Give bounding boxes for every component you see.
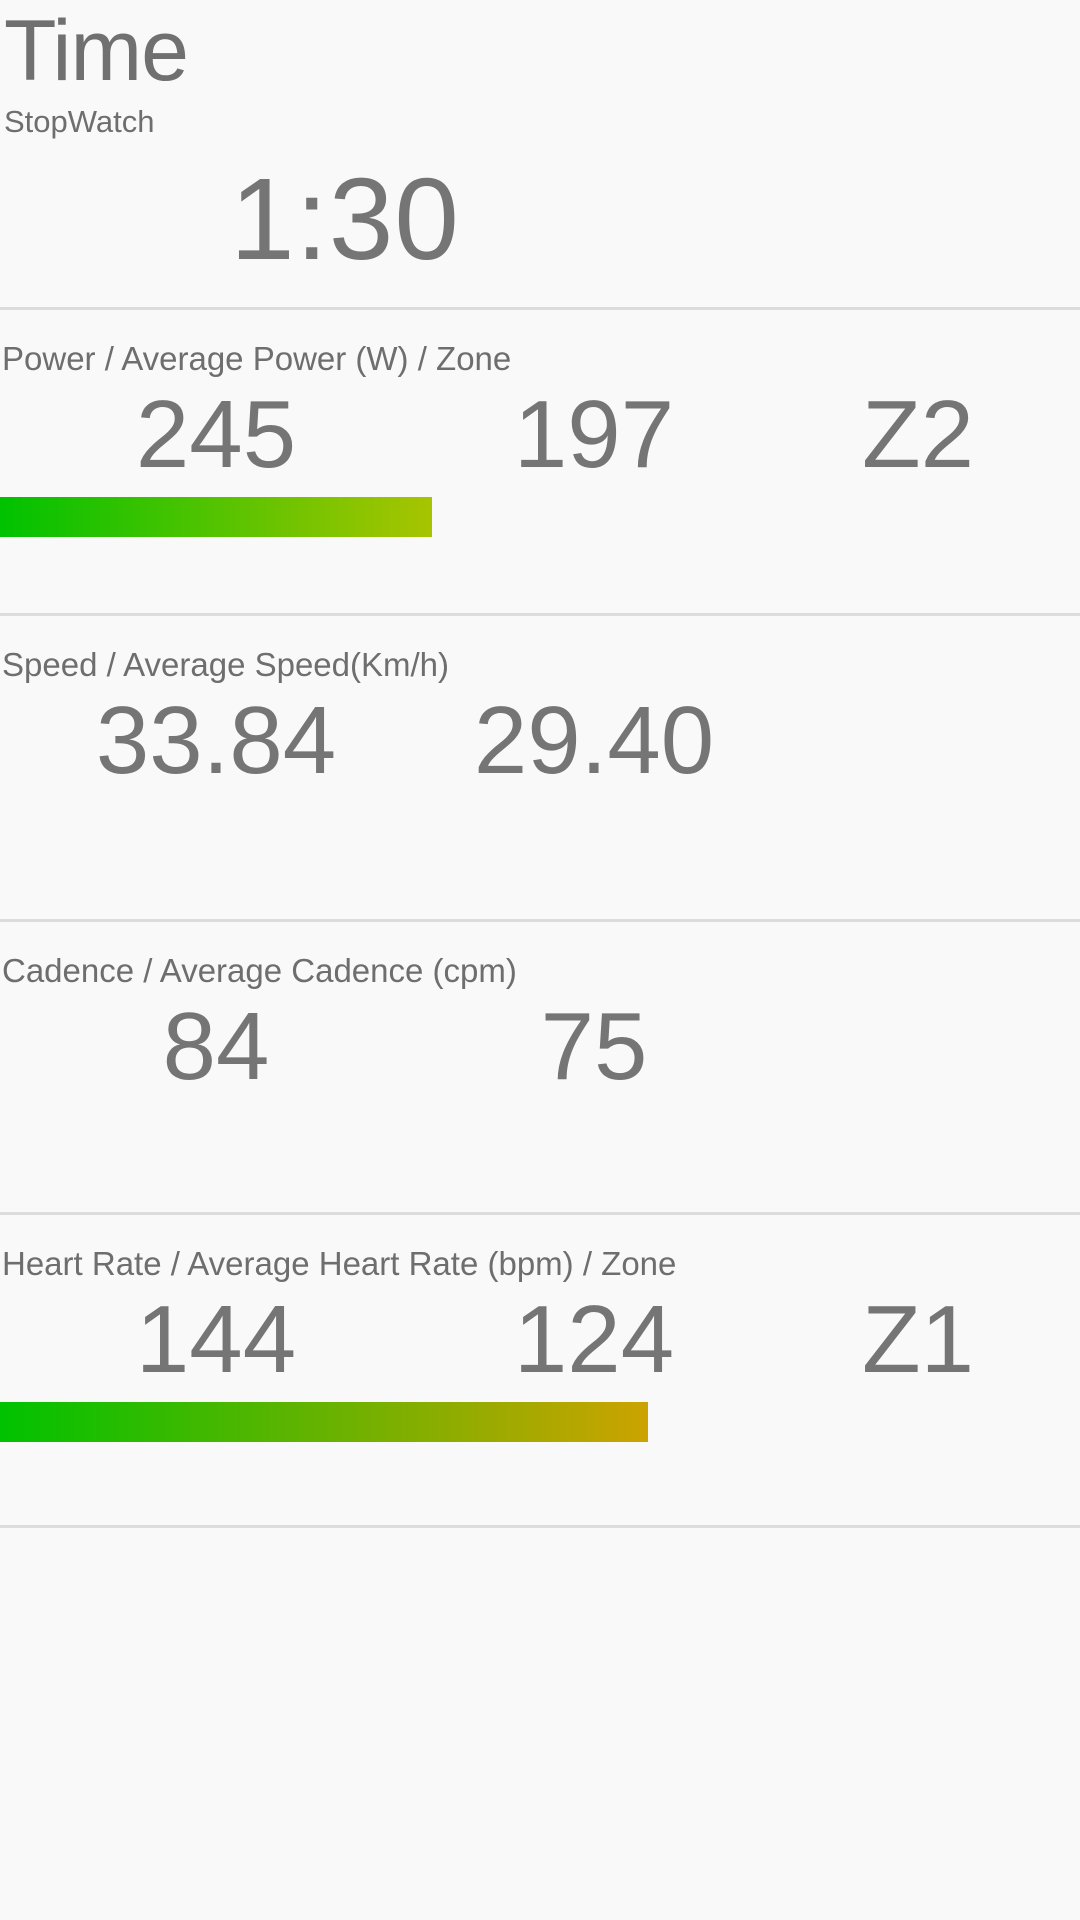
speed-section: Speed / Average Speed(Km/h) 33.84 29.40 — [0, 616, 1080, 919]
footer-empty-area — [0, 1528, 1080, 1920]
power-current-value: 245 — [135, 381, 297, 488]
heartrate-section: Heart Rate / Average Heart Rate (bpm) / … — [0, 1215, 1080, 1525]
speed-average-value: 29.40 — [473, 687, 715, 794]
stopwatch-dashboard-screen: Time StopWatch 1:30 Power / Average Powe… — [0, 0, 1080, 1920]
power-zone-bar-fill — [0, 496, 432, 537]
power-zone-bar-track — [0, 496, 1080, 537]
speed-values-row: 33.84 29.40 — [0, 681, 1080, 793]
heartrate-values-row: 144 124 Z1 — [0, 1280, 1080, 1392]
cadence-label: Cadence / Average Cadence (cpm) — [2, 952, 517, 989]
heartrate-zone-bar-fill — [0, 1401, 648, 1442]
heartrate-zone-value: Z1 — [861, 1286, 975, 1393]
heartrate-label: Heart Rate / Average Heart Rate (bpm) / … — [2, 1245, 677, 1282]
page-title: Time — [4, 3, 189, 99]
timer-row: 1:30 — [0, 137, 1080, 307]
heartrate-average-value: 124 — [513, 1286, 675, 1393]
time-header-block: Time StopWatch 1:30 — [0, 0, 1080, 307]
heartrate-current-value: 144 — [135, 1286, 297, 1393]
cadence-average-value: 75 — [540, 993, 648, 1100]
empty-space — [0, 1528, 1080, 1920]
heartrate-zone-bar-track — [0, 1401, 1080, 1442]
page-subtitle: StopWatch — [4, 104, 155, 139]
power-zone-value: Z2 — [861, 381, 975, 488]
power-section: Power / Average Power (W) / Zone 245 197… — [0, 310, 1080, 613]
cadence-current-value: 84 — [162, 993, 270, 1100]
power-values-row: 245 197 Z2 — [0, 375, 1080, 487]
cadence-values-row: 84 75 — [0, 987, 1080, 1099]
cadence-section: Cadence / Average Cadence (cpm) 84 75 — [0, 922, 1080, 1212]
speed-current-value: 33.84 — [95, 687, 337, 794]
power-label: Power / Average Power (W) / Zone — [2, 340, 512, 377]
stopwatch-timer-value: 1:30 — [230, 154, 460, 284]
speed-label: Speed / Average Speed(Km/h) — [2, 646, 450, 683]
power-average-value: 197 — [513, 381, 675, 488]
